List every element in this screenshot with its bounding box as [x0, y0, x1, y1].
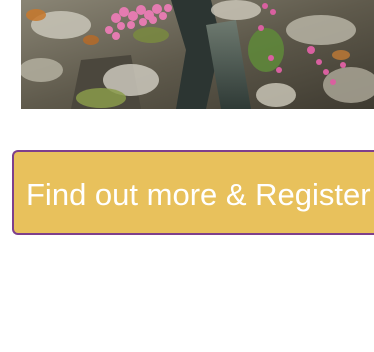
rocky-coast-sea-pinks-photo [21, 0, 374, 109]
page: Find out more & Register [0, 0, 374, 352]
hero-image [21, 0, 374, 109]
find-out-more-register-button[interactable]: Find out more & Register [12, 150, 374, 235]
